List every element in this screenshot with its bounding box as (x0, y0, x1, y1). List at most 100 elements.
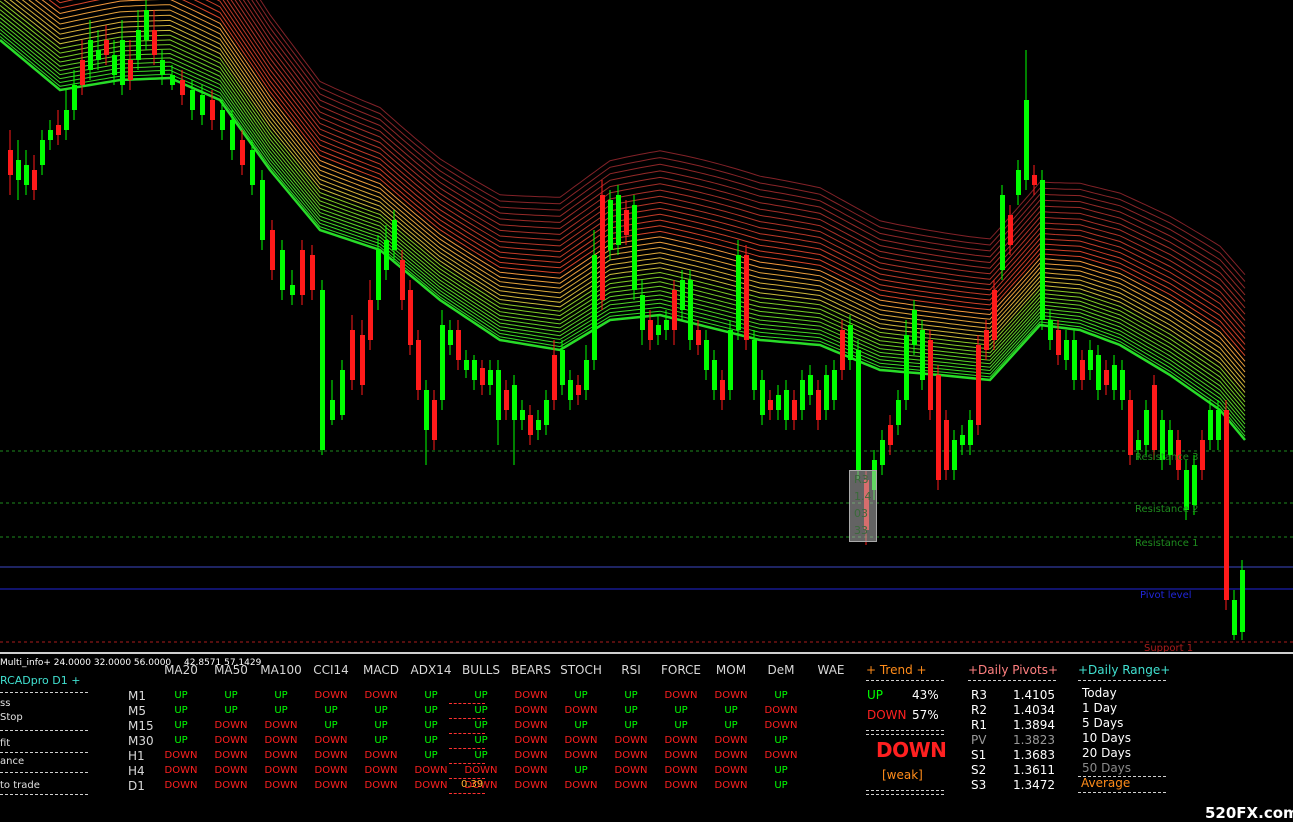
candle-body (200, 95, 205, 115)
candle-body (960, 435, 965, 445)
candle-body (744, 255, 749, 340)
candle-body (152, 30, 157, 55)
left-item: ss (0, 698, 11, 709)
signal-cell: UP (224, 690, 238, 701)
candle-body (340, 370, 345, 415)
signal-cell: UP (474, 735, 488, 746)
left-item: fit (0, 738, 11, 749)
timeframe-h4: H4 (128, 764, 145, 778)
range-item: 20 Days (1082, 746, 1132, 760)
candle-body (568, 380, 573, 400)
signal-cell: UP (624, 705, 638, 716)
column-header-bears: BEARS (511, 663, 551, 677)
signal-cell: UP (774, 735, 788, 746)
candle-body (1080, 360, 1085, 380)
candle-body (1024, 100, 1029, 180)
ma-line (0, 36, 1246, 437)
candle-body (736, 255, 741, 330)
signal-cell: DOWN (714, 750, 748, 761)
signal-cell: DOWN (414, 780, 448, 791)
candle-body (808, 375, 813, 395)
signal-cell: DOWN (664, 690, 698, 701)
pivots-header: +Daily Pivots+ (968, 663, 1058, 677)
ma-line (247, 0, 1246, 296)
range-item: 10 Days (1082, 731, 1132, 745)
signal-cell: DOWN (614, 765, 648, 776)
pivot-key: R3 (971, 688, 987, 702)
signal-cell: UP (274, 705, 288, 716)
signal-cell: UP (324, 705, 338, 716)
signal-cell: UP (174, 690, 188, 701)
candle-body (128, 60, 133, 80)
candle-body (888, 425, 893, 445)
candle-body (480, 368, 485, 385)
candle-body (350, 330, 355, 380)
signal-cell: UP (324, 720, 338, 731)
candle-body (688, 280, 693, 340)
candle-body (928, 340, 933, 410)
candle-body (260, 180, 265, 240)
signal-cell: UP (474, 705, 488, 716)
column-header-mom: MOM (715, 663, 747, 677)
signal-cell: DOWN (364, 750, 398, 761)
candle-body (896, 400, 901, 425)
candle-body (856, 350, 861, 470)
signal-cell: UP (574, 720, 588, 731)
candle-body (250, 150, 255, 185)
signal-cell: UP (174, 720, 188, 731)
candle-body (992, 290, 997, 340)
signal-cell: UP (574, 765, 588, 776)
candle-body (824, 375, 829, 410)
signal-cell: DOWN (364, 765, 398, 776)
trend-header: + Trend + (866, 663, 927, 677)
signal-cell: UP (774, 690, 788, 701)
candle-body (136, 30, 141, 60)
signal-cell: UP (174, 735, 188, 746)
candle-body (752, 340, 757, 390)
candle-body (520, 410, 525, 420)
ma-line (238, 0, 1246, 309)
signal-cell: DOWN (314, 765, 348, 776)
pivot-key: PV (971, 733, 987, 747)
signal-cell: DOWN (214, 765, 248, 776)
watermark-logo: 520FX.com (1205, 804, 1293, 822)
price-chart[interactable] (0, 0, 1293, 652)
signal-cell: DOWN (764, 720, 798, 731)
candle-body (880, 440, 885, 465)
candle-body (280, 250, 285, 290)
candle-body (1120, 370, 1125, 400)
candle-body (1144, 410, 1149, 445)
signal-cell: UP (774, 765, 788, 776)
candle-body (416, 340, 421, 390)
pivot-value: 1.3472 (1013, 778, 1055, 792)
candle-body (384, 240, 389, 270)
candlesticks (8, 0, 1245, 640)
signal-cell: DOWN (514, 780, 548, 791)
candle-body (80, 60, 85, 85)
candle-body (310, 255, 315, 290)
candle-body (1232, 600, 1237, 635)
timeframe-m15: M15 (128, 719, 154, 733)
signal-cell: UP (424, 705, 438, 716)
signal-cell: DOWN (164, 780, 198, 791)
pivot-value: 1.3823 (1013, 733, 1055, 747)
candle-body (104, 40, 109, 55)
candle-body (64, 110, 69, 130)
signal-cell: DOWN (264, 765, 298, 776)
range-header: +Daily Range+ (1078, 663, 1171, 677)
signal-cell: DOWN (564, 705, 598, 716)
signal-cell: DOWN (514, 720, 548, 731)
candle-body (1072, 340, 1077, 380)
left-item: to trade (0, 780, 40, 791)
candle-body (504, 390, 509, 410)
candle-body (840, 330, 845, 370)
candle-body (440, 325, 445, 400)
signal-cell: UP (774, 780, 788, 791)
signal-cell: DOWN (664, 780, 698, 791)
candle-body (952, 440, 957, 470)
candle-body (72, 85, 77, 110)
column-header-macd: MACD (363, 663, 399, 677)
signal-cell: DOWN (314, 780, 348, 791)
candle-body (712, 360, 717, 390)
candle-body (320, 290, 325, 450)
